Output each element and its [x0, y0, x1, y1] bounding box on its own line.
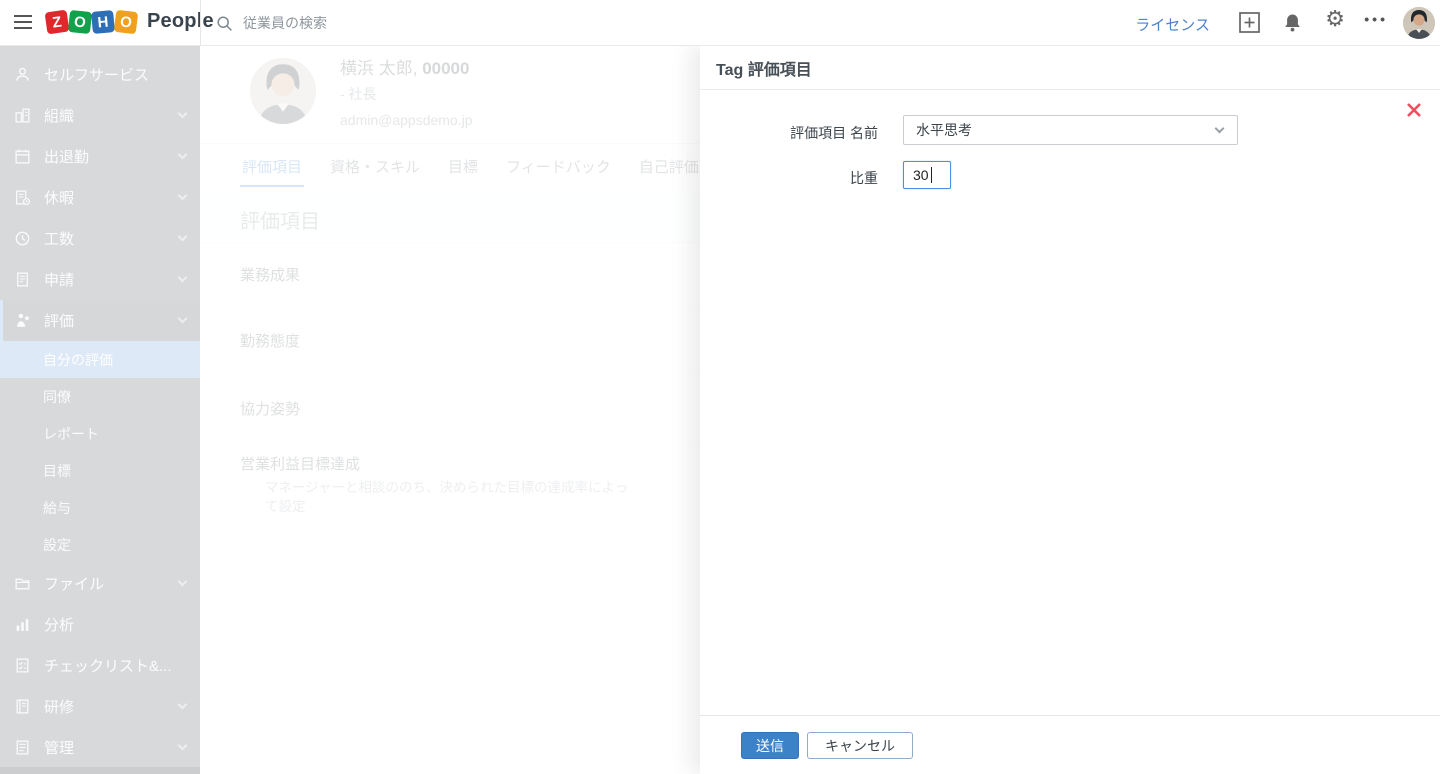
notifications-bell-icon[interactable] — [1283, 13, 1302, 33]
settings-gear-icon[interactable]: ⚙ — [1325, 8, 1345, 30]
modal-backdrop — [0, 46, 700, 774]
search-input[interactable] — [243, 15, 663, 31]
logo-tile: H — [91, 9, 115, 34]
cancel-button[interactable]: キャンセル — [807, 732, 913, 759]
user-avatar[interactable] — [1403, 7, 1435, 39]
weight-input[interactable] — [903, 161, 951, 189]
close-icon[interactable] — [1405, 101, 1423, 119]
logo-tile: Z — [44, 9, 70, 34]
evaluation-item-name-select[interactable]: 水平思考 — [903, 115, 1238, 145]
more-options-icon[interactable]: ••• — [1364, 11, 1388, 27]
search-icon — [217, 15, 232, 31]
logo-tile: O — [67, 9, 93, 34]
zoho-people-logo[interactable]: Z O H O People — [44, 9, 214, 34]
license-link[interactable]: ライセンス — [1135, 14, 1210, 35]
logo-tile: O — [113, 9, 139, 34]
tag-evaluation-item-modal: Tag 評価項目 評価項目 名前 水平思考 比重 送信 キャンセル — [700, 46, 1440, 774]
top-bar: Z O H O People ライセンス — [0, 0, 1440, 46]
select-value: 水平思考 — [916, 122, 972, 138]
divider — [700, 715, 1440, 716]
app-window: Z O H O People ライセンス — [0, 0, 1440, 774]
hamburger-menu-icon[interactable] — [14, 15, 32, 31]
topbar-divider — [200, 0, 201, 46]
field-label-item-name: 評価項目 名前 — [790, 125, 878, 141]
modal-title: Tag 評価項目 — [700, 46, 1440, 90]
employee-search — [216, 0, 663, 46]
add-icon[interactable] — [1239, 12, 1260, 33]
product-name: People — [147, 10, 214, 32]
field-label-weight: 比重 — [850, 170, 878, 186]
submit-button[interactable]: 送信 — [741, 732, 799, 759]
chevron-down-icon — [1214, 123, 1225, 134]
text-cursor — [931, 167, 932, 183]
